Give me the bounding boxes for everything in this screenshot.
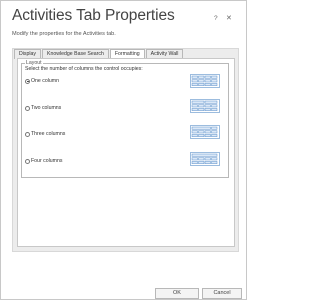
option-one-column[interactable]: One column xyxy=(25,77,59,85)
radio-four-columns[interactable] xyxy=(25,158,30,164)
option-four-columns[interactable]: Four columns xyxy=(25,157,62,165)
four-columns-preview-icon xyxy=(190,152,220,166)
radio-one-column[interactable] xyxy=(25,78,30,84)
two-columns-preview-icon xyxy=(190,99,220,113)
three-columns-preview-icon xyxy=(190,125,220,139)
layout-instruction: Select the number of columns the control… xyxy=(25,66,143,72)
option-label: One column xyxy=(31,78,59,84)
ok-button[interactable]: OK xyxy=(155,288,199,299)
tab-panel: Layout Select the number of columns the … xyxy=(17,58,235,247)
dialog-body: Display Knowledge Base Search Formatting… xyxy=(12,48,239,252)
option-label: Two columns xyxy=(31,105,62,111)
dialog-subtitle: Modify the properties for the Activities… xyxy=(12,31,116,37)
layout-content: Select the number of columns the control… xyxy=(21,60,229,178)
one-column-preview-icon xyxy=(190,74,220,88)
help-icon[interactable]: ? xyxy=(214,15,218,23)
radio-three-columns[interactable] xyxy=(25,131,30,137)
cancel-button[interactable]: Cancel xyxy=(202,288,242,299)
option-two-columns[interactable]: Two columns xyxy=(25,104,61,112)
option-label: Four columns xyxy=(31,158,63,164)
radio-two-columns[interactable] xyxy=(25,105,30,111)
option-label: Three columns xyxy=(31,131,66,137)
option-three-columns[interactable]: Three columns xyxy=(25,130,65,138)
properties-dialog: Activities Tab Properties ? ✕ Modify the… xyxy=(0,0,247,300)
dialog-title: Activities Tab Properties xyxy=(12,7,175,24)
close-icon[interactable]: ✕ xyxy=(226,15,232,23)
